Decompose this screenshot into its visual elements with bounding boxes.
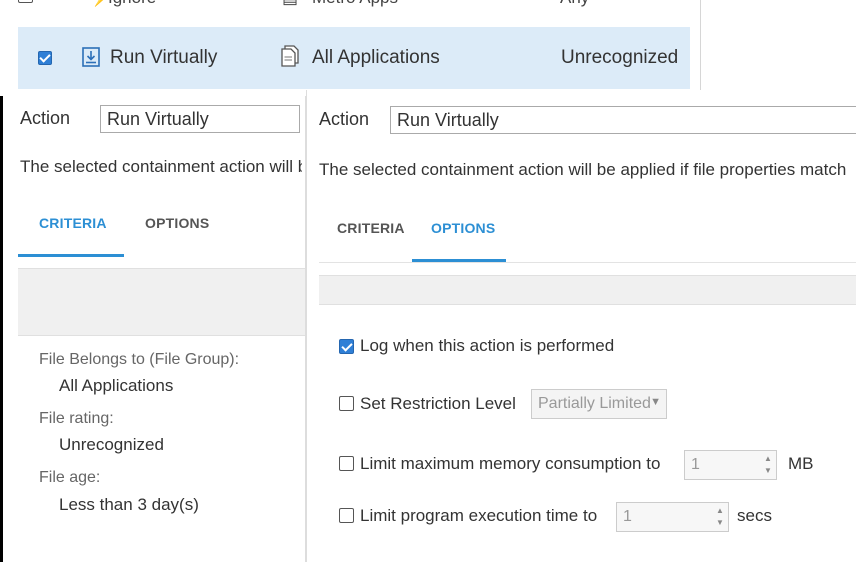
- exec-time-stepper[interactable]: 1 ▲ ▼: [616, 502, 729, 532]
- tab-active-underline: [18, 254, 124, 257]
- exec-time-checkbox[interactable]: [339, 508, 354, 523]
- restriction-checkbox[interactable]: [339, 396, 354, 411]
- exec-time-value: 1: [623, 508, 632, 525]
- memory-checkbox[interactable]: [339, 456, 354, 471]
- rules-list: ⚡ Ignore ▤ Metro Apps Any Run Virtually …: [0, 0, 701, 96]
- row-file-group: Metro Apps: [312, 0, 398, 8]
- file-group-icon: [281, 45, 299, 67]
- stepper-arrows-icon[interactable]: ▲ ▼: [762, 453, 774, 477]
- criteria-label-file-age: File age:: [39, 469, 101, 486]
- memory-unit: MB: [788, 454, 814, 473]
- row-rating: Any: [560, 0, 589, 8]
- restriction-label: Set Restriction Level: [360, 394, 516, 413]
- exec-time-label: Limit program execution time to: [360, 506, 598, 525]
- action-description: The selected containment action will be …: [20, 157, 302, 176]
- memory-label: Limit maximum memory consumption to: [360, 454, 661, 473]
- criteria-value-file-age: Less than 3 day(s): [59, 495, 199, 514]
- row-checkbox-checked[interactable]: [38, 51, 52, 65]
- tab-divider: [319, 262, 856, 263]
- criteria-value-file-group: All Applications: [59, 376, 174, 395]
- download-icon: [82, 47, 100, 67]
- row-action: Ignore: [108, 0, 156, 8]
- action-label: Action: [20, 108, 71, 128]
- exec-time-unit: secs: [737, 506, 772, 525]
- list-item-partial[interactable]: ⚡ Ignore ▤ Metro Apps Any: [18, 0, 698, 12]
- options-header-band: [319, 275, 856, 305]
- criteria-label-file-group: File Belongs to (File Group):: [39, 351, 240, 368]
- action-select[interactable]: Run Virtually: [390, 106, 856, 134]
- doc-icon: ▤: [282, 0, 298, 8]
- memory-stepper[interactable]: 1 ▲ ▼: [684, 450, 777, 480]
- row-file-group: All Applications: [312, 47, 440, 68]
- tab-options[interactable]: OPTIONS: [145, 215, 209, 231]
- restriction-level-value: Partially Limited: [538, 395, 651, 412]
- chevron-down-icon: ▼: [650, 396, 661, 408]
- row-action: Run Virtually: [110, 47, 218, 68]
- tab-criteria[interactable]: CRITERIA: [337, 220, 405, 236]
- list-item-selected[interactable]: Run Virtually All Applications Unrecogni…: [18, 27, 690, 89]
- restriction-level-select[interactable]: Partially Limited ▼: [531, 389, 667, 419]
- row-rating: Unrecognized: [561, 47, 679, 68]
- action-description: The selected containment action will be …: [319, 160, 847, 179]
- options-panel: Action Run Virtually The selected contai…: [306, 90, 856, 562]
- criteria-label-file-rating: File rating:: [39, 410, 114, 427]
- tab-options[interactable]: OPTIONS: [431, 220, 495, 236]
- memory-value: 1: [691, 456, 700, 473]
- tab-criteria[interactable]: CRITERIA: [39, 215, 107, 231]
- action-select[interactable]: Run Virtually: [100, 105, 300, 133]
- criteria-panel: Action Run Virtually The selected contai…: [0, 96, 306, 562]
- action-label: Action: [319, 109, 370, 129]
- criteria-header-band: [18, 268, 305, 336]
- stepper-arrows-icon[interactable]: ▲ ▼: [714, 505, 726, 529]
- log-label: Log when this action is performed: [360, 336, 615, 355]
- criteria-value-file-rating: Unrecognized: [59, 435, 164, 454]
- log-checkbox[interactable]: [339, 339, 354, 354]
